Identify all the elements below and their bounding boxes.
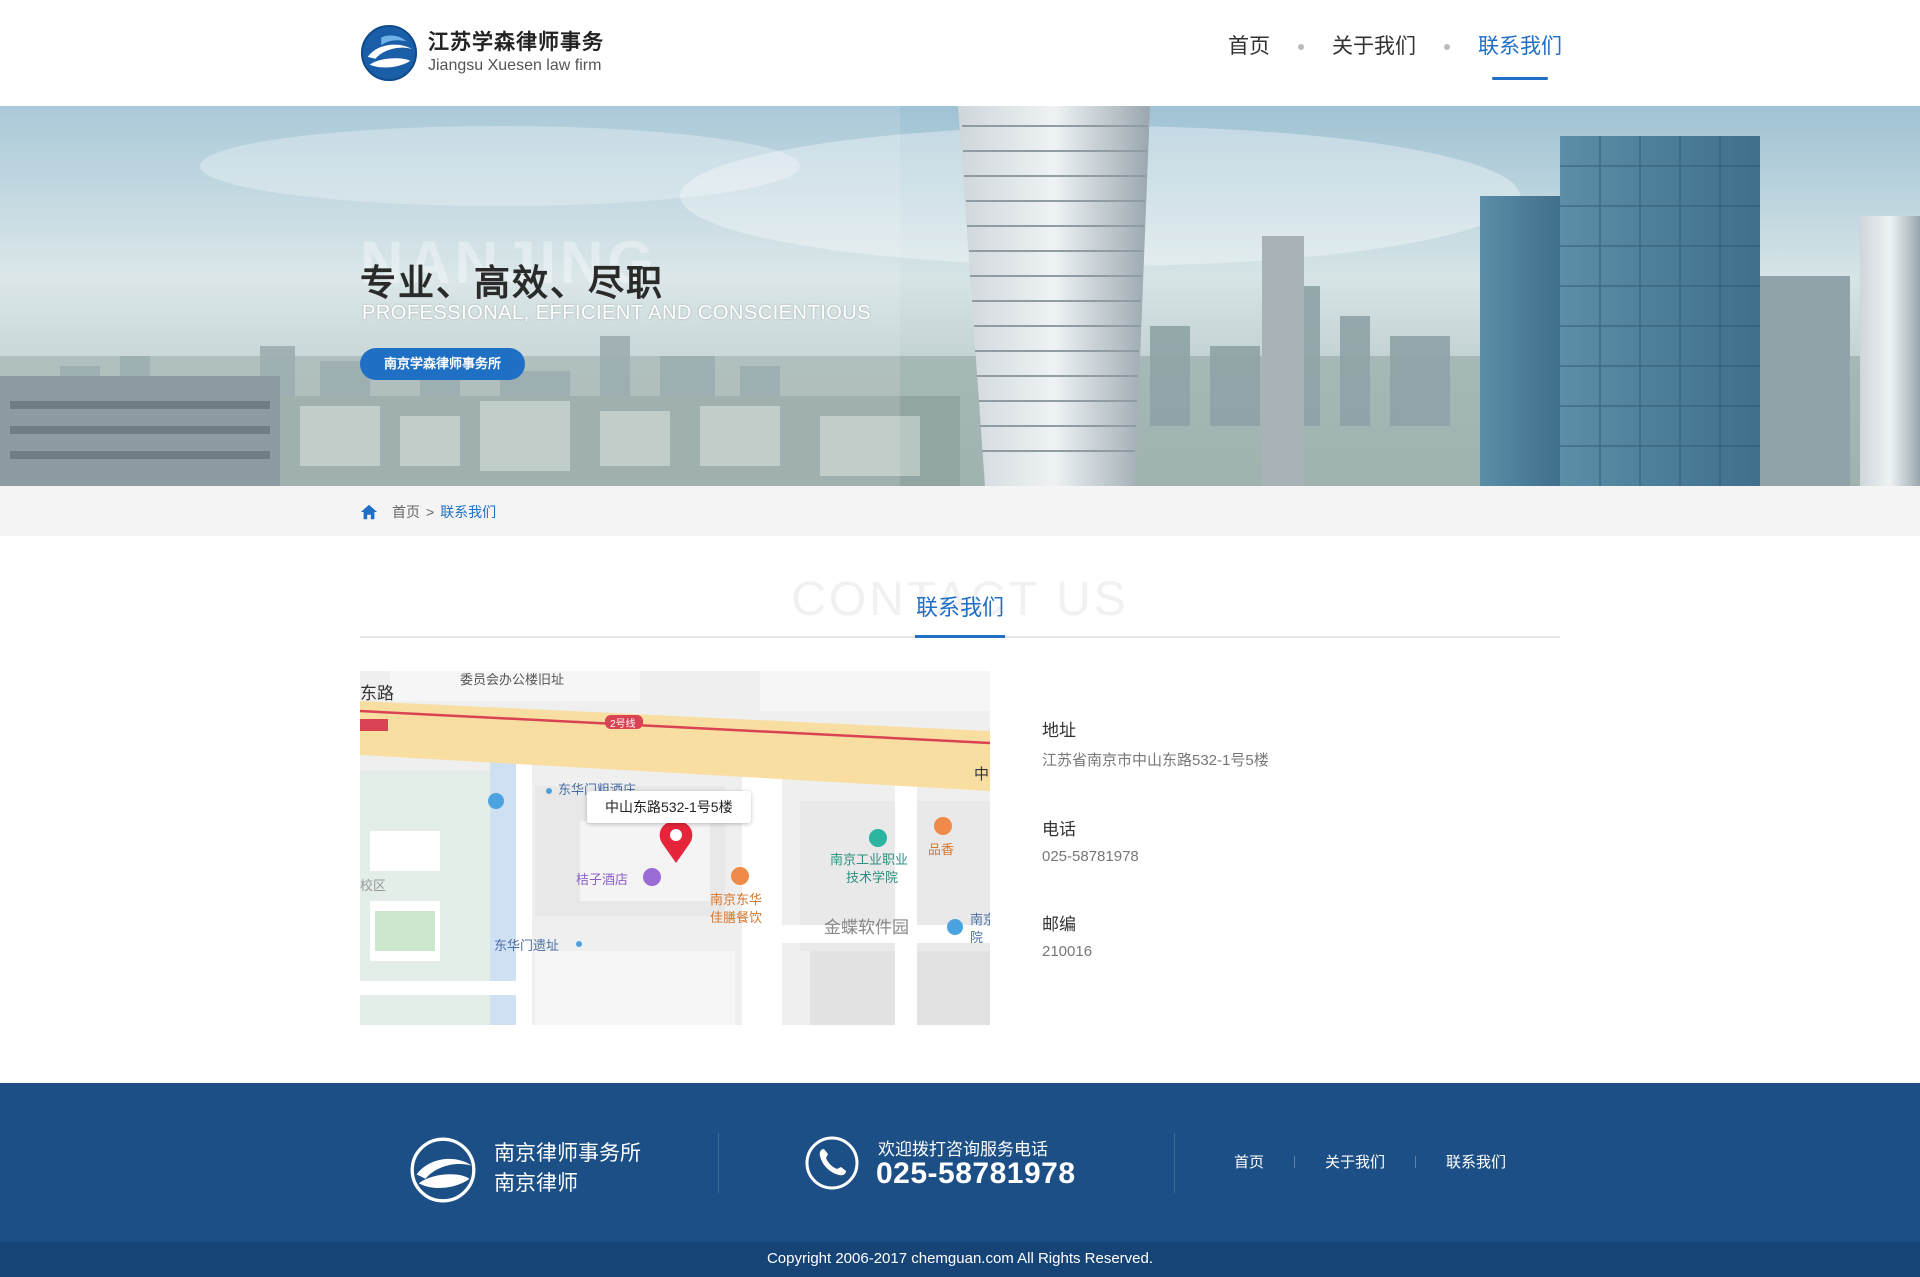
map-label: 校区 (360, 878, 387, 893)
site-header: 江苏学森律师事务 Jiangsu Xuesen law firm 首页 关于我们… (0, 0, 1920, 106)
copyright-bar: Copyright 2006-2017 chemguan.com All Rig… (0, 1242, 1920, 1277)
phone-icon (805, 1136, 859, 1190)
footer-nav-contact[interactable]: 联系我们 (1446, 1151, 1506, 1172)
banner-firm-button[interactable]: 南京学森律师事务所 (360, 348, 526, 380)
map-label: 佳膳餐饮 (710, 910, 763, 925)
map-label: 东华门遗址 (494, 938, 560, 953)
phone-value: 025-58781978 (1042, 848, 1139, 865)
footer-name-line-1: 南京律师事务所 (494, 1142, 641, 1165)
site-logo[interactable]: 江苏学森律师事务 Jiangsu Xuesen law firm (360, 24, 604, 82)
map-label: 2号线 (610, 719, 636, 730)
footer-firm-name: 南京律师事务所 南京律师 (494, 1139, 641, 1199)
nav-separator-dot (1444, 44, 1450, 50)
map-label: 金蝶软件园 (824, 918, 909, 937)
site-footer: 南京律师事务所 南京律师 欢迎拨打咨询服务电话 025-58781978 首页 … (0, 1083, 1920, 1242)
map-streets-graphic (360, 671, 990, 1025)
postcode-block: 邮编 210016 (1042, 910, 1269, 960)
address-label: 地址 (1042, 721, 1076, 740)
nav-separator-dot (1298, 44, 1304, 50)
breadcrumb-home[interactable]: 首页 (392, 502, 420, 522)
map-label: 南京东华 (710, 892, 763, 907)
map-label: 南京工业职业 (830, 852, 909, 867)
logo-english-name: Jiangsu Xuesen law firm (428, 57, 602, 74)
firm-logo-icon (360, 24, 418, 82)
map-label: 南京 (970, 912, 990, 927)
contact-info: 地址 江苏省南京市中山东路532-1号5楼 电话 025-58781978 邮编… (1042, 716, 1269, 1005)
map-label: 委员会办公楼旧址 (460, 672, 565, 687)
location-map[interactable]: 委员会办公楼旧址 东路 2号线 中 东华门粗酒庄 桔子酒店 南京东华 佳膳餐饮 … (360, 671, 990, 1025)
footer-logo-icon (410, 1137, 476, 1203)
logo-chinese-name: 江苏学森律师事务 (428, 31, 604, 54)
section-header: CONTACT US 联系我们 (360, 566, 1560, 638)
footer-name-line-2: 南京律师 (494, 1172, 578, 1195)
footer-nav-separator (1294, 1155, 1296, 1168)
footer-nav-separator (1415, 1155, 1417, 1168)
banner-subtitle: PROFESSIONAL, EFFICIENT AND CONSCIENTIOU… (362, 302, 872, 324)
phone-block: 电话 025-58781978 (1042, 815, 1269, 865)
nav-home[interactable]: 首页 (1228, 30, 1270, 80)
footer-divider (1174, 1133, 1175, 1193)
address-block: 地址 江苏省南京市中山东路532-1号5楼 (1042, 716, 1269, 770)
footer-divider (718, 1133, 719, 1193)
footer-nav: 首页 关于我们 联系我们 (1234, 1151, 1506, 1172)
section-title: 联系我们 (915, 595, 1004, 620)
breadcrumb-bar: 首页 > 联系我们 (0, 486, 1920, 536)
postcode-label: 邮编 (1042, 915, 1076, 934)
banner-title: 专业、高效、尽职 (360, 262, 665, 303)
map-label: 院 (970, 930, 984, 945)
map-label: 东路 (360, 684, 394, 703)
city-skyline-image (0, 106, 1920, 486)
map-label: 品香 (928, 842, 955, 857)
postcode-value: 210016 (1042, 943, 1093, 960)
footer-nav-about[interactable]: 关于我们 (1325, 1151, 1385, 1172)
main-nav: 首页 关于我们 联系我们 (1228, 30, 1562, 80)
breadcrumb-separator: > (426, 504, 435, 520)
nav-contact[interactable]: 联系我们 (1478, 30, 1562, 80)
home-icon[interactable] (360, 503, 378, 521)
address-value: 江苏省南京市中山东路532-1号5楼 (1042, 752, 1269, 769)
phone-label: 电话 (1042, 820, 1076, 839)
map-address-callout: 中山东路532-1号5楼 (587, 791, 751, 823)
breadcrumb: 首页 > 联系我们 (360, 502, 496, 522)
nav-about[interactable]: 关于我们 (1332, 30, 1416, 80)
footer-nav-home[interactable]: 首页 (1234, 1151, 1264, 1172)
footer-phone-number[interactable]: 025-58781978 (876, 1157, 1076, 1191)
breadcrumb-current[interactable]: 联系我们 (440, 502, 496, 522)
section-title-underline (915, 635, 1005, 638)
map-label: 中 (974, 766, 990, 783)
map-label: 技术学院 (846, 870, 899, 885)
map-label: 桔子酒店 (576, 872, 629, 887)
hero-banner: NANJING 专业、高效、尽职 PROFESSIONAL, EFFICIENT… (0, 106, 1920, 486)
